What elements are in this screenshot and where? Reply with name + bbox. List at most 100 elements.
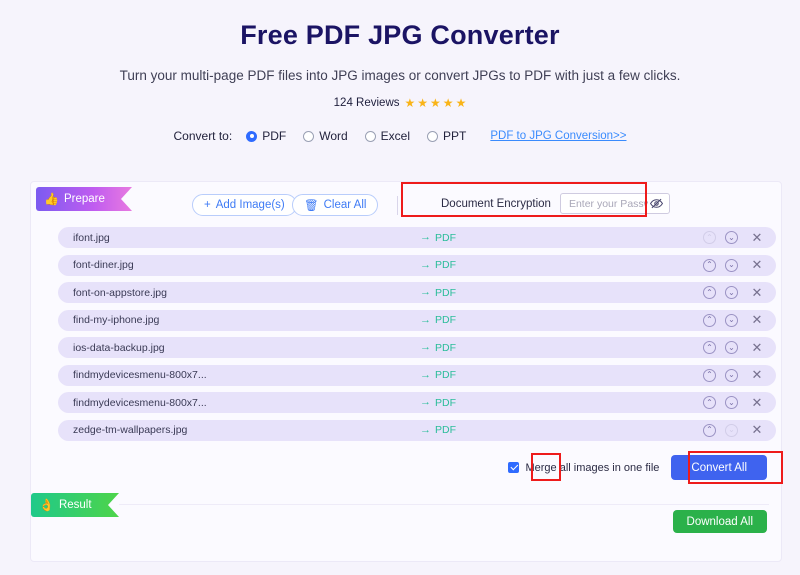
target-format-label: PDF [435,396,456,409]
file-name: findmydevicesmenu-800x7... [73,369,207,381]
row-actions: ⌃ ⌄ ✕ [703,230,764,245]
remove-file-icon[interactable]: ✕ [750,423,764,437]
move-up-icon[interactable]: ⌃ [703,286,716,299]
target-format-label: PDF [435,314,456,326]
remove-file-icon[interactable]: ✕ [750,340,764,355]
convert-all-button[interactable]: Convert All [671,455,767,480]
move-up-icon[interactable]: ⌃ [703,313,716,327]
move-up-icon[interactable]: ⌃ [703,396,716,409]
file-name: ifont.jpg [73,231,110,244]
radio-icon-excel[interactable] [364,130,376,142]
file-target-format: → PDF [420,369,456,381]
radio-icon-word[interactable] [303,130,315,142]
table-row[interactable]: findmydevicesmenu-800x7... → PDF ⌃ ⌄ ✕ [58,364,776,386]
move-down-icon[interactable]: ⌄ [725,313,738,327]
page-title: Free PDF JPG Converter [240,20,560,50]
radio-label-excel: Excel [380,129,410,143]
target-format-label: PDF [435,231,456,244]
radio-icon-ppt[interactable] [427,130,438,142]
move-up-icon[interactable]: ⌃ [703,423,716,437]
radio-option-pdf[interactable]: PDF [246,129,286,143]
file-target-format: → PDF [420,342,456,354]
reviews-count: 124 Reviews [333,97,400,109]
ok-hand-icon: 👌 [39,498,54,512]
table-row[interactable]: findmydevicesmenu-800x7... → PDF ⌃ ⌄ ✕ [58,392,776,413]
move-down-icon[interactable]: ⌄ [725,286,738,299]
clear-all-label: Clear All [323,199,367,211]
move-up-icon[interactable]: ⌃ [703,368,716,382]
star-icon: ★ [417,96,429,110]
arrow-right-icon: → [420,231,431,243]
table-row[interactable]: font-diner.jpg → PDF ⌃ ⌄ ✕ [58,254,776,276]
arrow-right-icon: → [420,341,431,353]
radio-label-pdf: PDF [262,129,287,143]
row-actions: ⌃ ⌄ ✕ [703,423,764,437]
star-icon: ★ [430,96,441,110]
table-row[interactable]: ifont.jpg → PDF ⌃ ⌄ ✕ [58,227,776,248]
add-images-button[interactable]: + Add Image(s) [192,194,297,216]
file-list: ifont.jpg → PDF ⌃ ⌄ ✕ font-diner.jpg → P… [31,227,781,447]
trash-icon: 🗑 [304,200,319,212]
target-format-label: PDF [435,341,456,354]
convert-to-label: Convert to: [173,129,233,143]
password-field-wrapper[interactable] [559,193,670,214]
row-actions: ⌃ ⌄ ✕ [703,368,764,382]
row-actions: ⌃ ⌄ ✕ [703,340,764,355]
remove-file-icon[interactable]: ✕ [750,285,764,300]
remove-file-icon[interactable]: ✕ [750,395,764,410]
table-row[interactable]: find-my-iphone.jpg → PDF ⌃ ⌄ ✕ [58,309,776,331]
pdf-to-jpg-conversion-link[interactable]: PDF to JPG Conversion>> [490,130,626,142]
download-all-button[interactable]: Download All [672,510,767,533]
target-format-label: PDF [435,369,456,381]
arrow-right-icon: → [420,423,431,436]
star-icon: ★ [455,96,467,110]
arrow-right-icon: → [420,313,431,326]
password-input[interactable] [566,196,650,211]
file-name: find-my-iphone.jpg [73,314,160,326]
move-down-icon: ⌄ [725,423,738,437]
file-name: zedge-tm-wallpapers.jpg [73,424,188,436]
move-down-icon[interactable]: ⌄ [725,258,738,272]
radio-option-ppt[interactable]: PPT [427,129,466,143]
move-up-icon: ⌃ [703,231,716,244]
merge-all-checkbox[interactable] [508,462,520,473]
table-row[interactable]: ios-data-backup.jpg → PDF ⌃ ⌄ ✕ [58,337,776,358]
remove-file-icon[interactable]: ✕ [750,313,764,327]
star-rating: ★ ★ ★ ★ ★ [405,97,467,109]
reviews-row: 124 Reviews ★ ★ ★ ★ ★ [0,97,800,109]
star-icon: ★ [442,96,454,110]
move-down-icon[interactable]: ⌄ [725,396,738,409]
result-ribbon-label: Result [58,499,92,511]
move-down-icon[interactable]: ⌄ [725,341,738,354]
merge-all-checkbox-group[interactable]: Merge all images in one file [508,462,659,474]
table-row[interactable]: zedge-tm-wallpapers.jpg → PDF ⌃ ⌄ ✕ [58,419,776,441]
file-target-format: → PDF [420,232,456,244]
arrow-right-icon: → [420,368,431,381]
file-target-format: → PDF [420,314,456,326]
radio-icon-pdf[interactable] [246,130,258,142]
page-subtitle: Turn your multi-page PDF files into JPG … [119,68,681,83]
add-images-label: Add Image(s) [215,199,285,211]
radio-label-ppt: PPT [443,129,467,143]
arrow-right-icon: → [420,396,431,408]
file-target-format: → PDF [420,397,456,409]
file-name: font-on-appstore.jpg [73,286,167,299]
table-row[interactable]: font-on-appstore.jpg → PDF ⌃ ⌄ ✕ [58,282,776,303]
remove-file-icon[interactable]: ✕ [750,368,764,382]
merge-all-label: Merge all images in one file [525,461,660,474]
radio-option-excel[interactable]: Excel [364,129,410,143]
radio-option-word[interactable]: Word [303,129,348,143]
document-encryption-label: Document Encryption [441,197,551,210]
move-up-icon[interactable]: ⌃ [703,341,716,354]
move-up-icon[interactable]: ⌃ [703,258,716,272]
move-down-icon[interactable]: ⌄ [725,231,738,244]
row-actions: ⌃ ⌄ ✕ [703,313,764,327]
file-target-format: → PDF [420,424,456,436]
plus-icon: + [204,199,211,211]
remove-file-icon[interactable]: ✕ [750,258,764,272]
file-target-format: → PDF [420,259,456,271]
eye-slash-icon[interactable] [649,197,663,210]
move-down-icon[interactable]: ⌄ [725,368,738,382]
clear-all-button[interactable]: 🗑 Clear All [292,194,379,216]
remove-file-icon[interactable]: ✕ [750,230,764,245]
